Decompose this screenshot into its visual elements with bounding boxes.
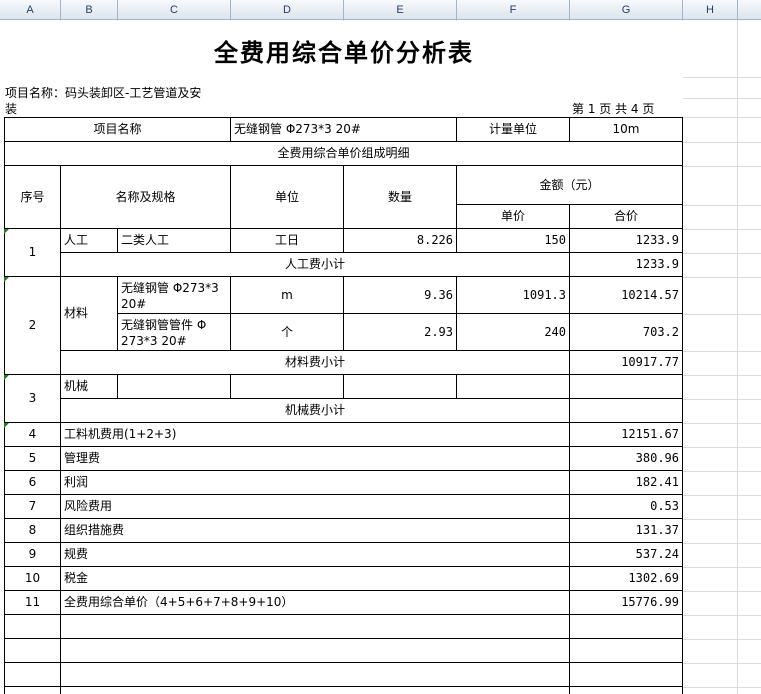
cell-indicator-icon [4, 423, 9, 428]
summary-label[interactable]: 组织措施费 [61, 519, 570, 543]
unit-label[interactable]: 计量单位 [457, 117, 570, 142]
summary-label[interactable]: 管理费 [61, 447, 570, 471]
empty-cell[interactable] [570, 615, 683, 639]
machinery-unit[interactable] [231, 375, 344, 399]
column-header-i[interactable] [738, 0, 761, 20]
unit-price-header[interactable]: 单价 [457, 205, 570, 229]
empty-cell[interactable] [61, 615, 570, 639]
labor-seq[interactable]: 1 [4, 229, 61, 277]
total-header[interactable]: 合价 [570, 205, 683, 229]
summary-label[interactable]: 利润 [61, 471, 570, 495]
empty-cell[interactable] [61, 639, 570, 663]
cell-indicator-icon [4, 229, 9, 234]
seq-header[interactable]: 序号 [4, 166, 61, 229]
empty-cell[interactable] [4, 687, 61, 694]
summary-label[interactable]: 规费 [61, 543, 570, 567]
empty-cell[interactable] [4, 615, 61, 639]
labor-unit-price[interactable]: 150 [457, 229, 570, 253]
page-info[interactable]: 第 1 页 共 4 页 [572, 100, 654, 117]
column-header-g[interactable]: G [570, 0, 683, 20]
machinery-quantity[interactable] [344, 375, 457, 399]
material-seq[interactable]: 2 [4, 277, 61, 375]
machinery-name[interactable] [118, 375, 231, 399]
material-item-total[interactable]: 10214.57 [570, 277, 683, 314]
cell-indicator-icon [4, 375, 9, 380]
unit-header[interactable]: 单位 [231, 166, 344, 229]
amount-header[interactable]: 金额（元） [457, 166, 683, 205]
column-header-e[interactable]: E [344, 0, 457, 20]
empty-cell[interactable] [570, 687, 683, 694]
summary-seq[interactable]: 4 [4, 423, 61, 447]
summary-value[interactable]: 131.37 [570, 519, 683, 543]
item-name-label[interactable]: 项目名称 [4, 117, 231, 142]
summary-value[interactable]: 1302.69 [570, 567, 683, 591]
summary-value[interactable]: 15776.99 [570, 591, 683, 615]
column-header-a[interactable]: A [0, 0, 61, 20]
column-header-f[interactable]: F [457, 0, 570, 20]
unit-value[interactable]: 10m [570, 117, 683, 142]
material-item-name[interactable]: 无缝钢管管件 Φ 273*3 20# [118, 314, 231, 351]
composition-title[interactable]: 全费用综合单价组成明细 [4, 142, 683, 166]
material-item-quantity[interactable]: 2.93 [344, 314, 457, 351]
machinery-subtotal[interactable] [570, 399, 683, 423]
quantity-header[interactable]: 数量 [344, 166, 457, 229]
machinery-unit-price[interactable] [457, 375, 570, 399]
empty-cell[interactable] [4, 663, 61, 687]
summary-seq[interactable]: 7 [4, 495, 61, 519]
summary-label[interactable]: 全费用综合单价（4+5+6+7+8+9+10） [61, 591, 570, 615]
material-subtotal-label[interactable]: 材料费小计 [61, 351, 570, 375]
item-name-value[interactable]: 无缝钢管 Φ273*3 20# [231, 117, 457, 142]
summary-value[interactable]: 12151.67 [570, 423, 683, 447]
labor-category[interactable]: 人工 [61, 229, 118, 253]
spreadsheet[interactable]: A B C D E F G H 全费用综合单价分析表 项目名称：码头装卸区-工艺… [0, 0, 761, 694]
column-header-h[interactable]: H [683, 0, 738, 20]
material-item-unit[interactable]: 个 [231, 314, 344, 351]
labor-total[interactable]: 1233.9 [570, 229, 683, 253]
material-item-unit-price[interactable]: 240 [457, 314, 570, 351]
summary-seq[interactable]: 9 [4, 543, 61, 567]
empty-cell[interactable] [570, 639, 683, 663]
material-item-unit-price[interactable]: 1091.3 [457, 277, 570, 314]
machinery-seq[interactable]: 3 [4, 375, 61, 423]
project-name-line1[interactable]: 项目名称：码头装卸区-工艺管道及安 [5, 84, 201, 101]
summary-seq[interactable]: 6 [4, 471, 61, 495]
labor-name[interactable]: 二类人工 [118, 229, 231, 253]
machinery-category[interactable]: 机械 [61, 375, 118, 399]
summary-seq[interactable]: 11 [4, 591, 61, 615]
material-item-quantity[interactable]: 9.36 [344, 277, 457, 314]
column-header-b[interactable]: B [61, 0, 118, 20]
summary-seq[interactable]: 10 [4, 567, 61, 591]
machinery-total[interactable] [570, 375, 683, 399]
machinery-subtotal-label[interactable]: 机械费小计 [61, 399, 570, 423]
empty-cell[interactable] [61, 687, 570, 694]
project-name-line2[interactable]: 装 [5, 100, 17, 117]
cell-indicator-icon [4, 277, 9, 282]
name-spec-header[interactable]: 名称及规格 [61, 166, 231, 229]
summary-seq[interactable]: 8 [4, 519, 61, 543]
sheet-title[interactable]: 全费用综合单价分析表 [118, 28, 570, 72]
summary-value[interactable]: 380.96 [570, 447, 683, 471]
material-item-unit[interactable]: m [231, 277, 344, 314]
material-category[interactable]: 材料 [61, 277, 118, 351]
labor-subtotal-label[interactable]: 人工费小计 [61, 253, 570, 277]
summary-label[interactable]: 风险费用 [61, 495, 570, 519]
summary-label[interactable]: 税金 [61, 567, 570, 591]
summary-label[interactable]: 工料机费用(1+2+3) [61, 423, 570, 447]
labor-quantity[interactable]: 8.226 [344, 229, 457, 253]
summary-seq[interactable]: 5 [4, 447, 61, 471]
summary-value[interactable]: 182.41 [570, 471, 683, 495]
material-item-total[interactable]: 703.2 [570, 314, 683, 351]
empty-cell[interactable] [570, 663, 683, 687]
column-header-c[interactable]: C [118, 0, 231, 20]
labor-unit[interactable]: 工日 [231, 229, 344, 253]
empty-cell[interactable] [4, 639, 61, 663]
column-header-d[interactable]: D [231, 0, 344, 20]
material-subtotal[interactable]: 10917.77 [570, 351, 683, 375]
summary-value[interactable]: 0.53 [570, 495, 683, 519]
summary-value[interactable]: 537.24 [570, 543, 683, 567]
material-item-name[interactable]: 无缝钢管 Φ273*3 20# [118, 277, 231, 314]
labor-subtotal[interactable]: 1233.9 [570, 253, 683, 277]
empty-cell[interactable] [61, 663, 570, 687]
